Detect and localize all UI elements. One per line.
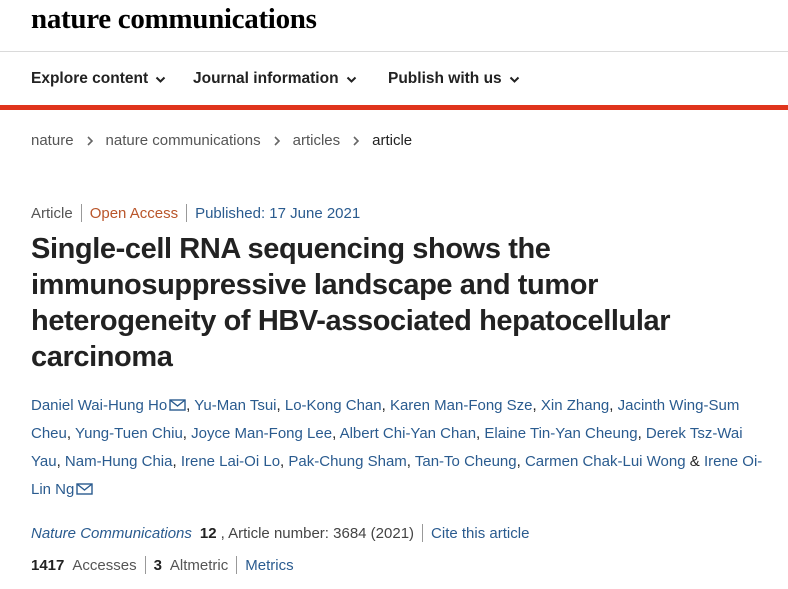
meta-divider [186, 204, 188, 222]
stats-divider [144, 556, 146, 574]
nav-label: Publish with us [388, 70, 502, 87]
breadcrumb-articles[interactable]: articles [293, 132, 341, 149]
chevron-down-icon [509, 76, 519, 83]
author-link[interactable]: Yu-Man Tsui [194, 397, 276, 414]
author-link[interactable]: Daniel Wai-Hung Ho [31, 397, 167, 414]
citation-divider [422, 524, 424, 542]
article-number: , Article number: 3684 (2021) [220, 524, 415, 542]
article-title: Single-cell RNA sequencing shows the imm… [31, 233, 671, 373]
mail-icon[interactable] [169, 399, 186, 411]
nav-label: Explore content [31, 70, 149, 87]
author-link[interactable]: Carmen Chak-Lui Wong [525, 453, 686, 470]
author-link[interactable]: Pak-Chung Sham [288, 453, 406, 470]
nav-publish-with-us[interactable]: Publish with us [388, 70, 520, 88]
author-list: Daniel Wai-Hung Ho, Yu-Man Tsui, Lo-Kong… [31, 397, 763, 498]
author-link[interactable]: Irene Lai-Oi Lo [181, 453, 280, 470]
stats-divider [236, 556, 238, 574]
article-stats: 1417 Accesses 3 Altmetric Metrics [31, 556, 294, 574]
nav-label: Journal information [193, 70, 339, 87]
breadcrumb-article: article [372, 132, 413, 149]
masthead: nature communications [0, 0, 788, 50]
author-link[interactable]: Elaine Tin-Yan Cheung [484, 425, 637, 442]
nav-explore-content[interactable]: Explore content [31, 70, 166, 88]
chevron-down-icon [346, 76, 356, 83]
nav-journal-information[interactable]: Journal information [193, 70, 357, 88]
altmetric-count: 3 [153, 556, 162, 574]
author-link[interactable]: Albert Chi-Yan Chan [340, 425, 476, 442]
author-link[interactable]: Karen Man-Fong Sze [390, 397, 533, 414]
breadcrumb: nature nature communications articles ar… [31, 132, 412, 149]
author-link[interactable]: Joyce Man-Fong Lee [191, 425, 332, 442]
accesses-label: Accesses [72, 556, 137, 574]
author-link[interactable]: Yung-Tuen Chiu [75, 425, 183, 442]
accesses-count: 1417 [31, 556, 65, 574]
journal-logo[interactable]: nature communications [31, 3, 317, 36]
altmetric-label: Altmetric [169, 556, 229, 574]
author-link[interactable]: Nam-Hung Chia [65, 453, 173, 470]
breadcrumb-nature[interactable]: nature [31, 132, 74, 149]
author-link[interactable]: Xin Zhang [541, 397, 609, 414]
chevron-down-icon [155, 76, 166, 83]
open-access-label: Open Access [89, 204, 179, 222]
citation-line: Nature Communications 12 , Article numbe… [31, 524, 529, 542]
volume-number: 12 [199, 524, 217, 542]
cite-this-article-link[interactable]: Cite this article [431, 525, 529, 542]
journal-name-link[interactable]: Nature Communications [31, 525, 192, 542]
author-link[interactable]: Lo-Kong Chan [285, 397, 382, 414]
accent-bar [0, 105, 788, 110]
meta-divider [80, 204, 82, 222]
author-conjunction: & [689, 453, 700, 470]
chevron-right-icon [274, 135, 280, 146]
published-date: Published: 17 June 2021 [195, 204, 361, 222]
main-nav: Explore content Journal information Publ… [0, 52, 788, 105]
article-meta: Article Open Access Published: 17 June 2… [31, 204, 360, 222]
mail-icon[interactable] [76, 483, 94, 495]
author-link[interactable]: Tan-To Cheung [415, 453, 517, 470]
metrics-link[interactable]: Metrics [245, 557, 293, 574]
chevron-right-icon [353, 135, 360, 146]
chevron-right-icon [86, 135, 93, 146]
breadcrumb-journal[interactable]: nature communications [106, 132, 261, 149]
article-type: Article [31, 204, 73, 222]
